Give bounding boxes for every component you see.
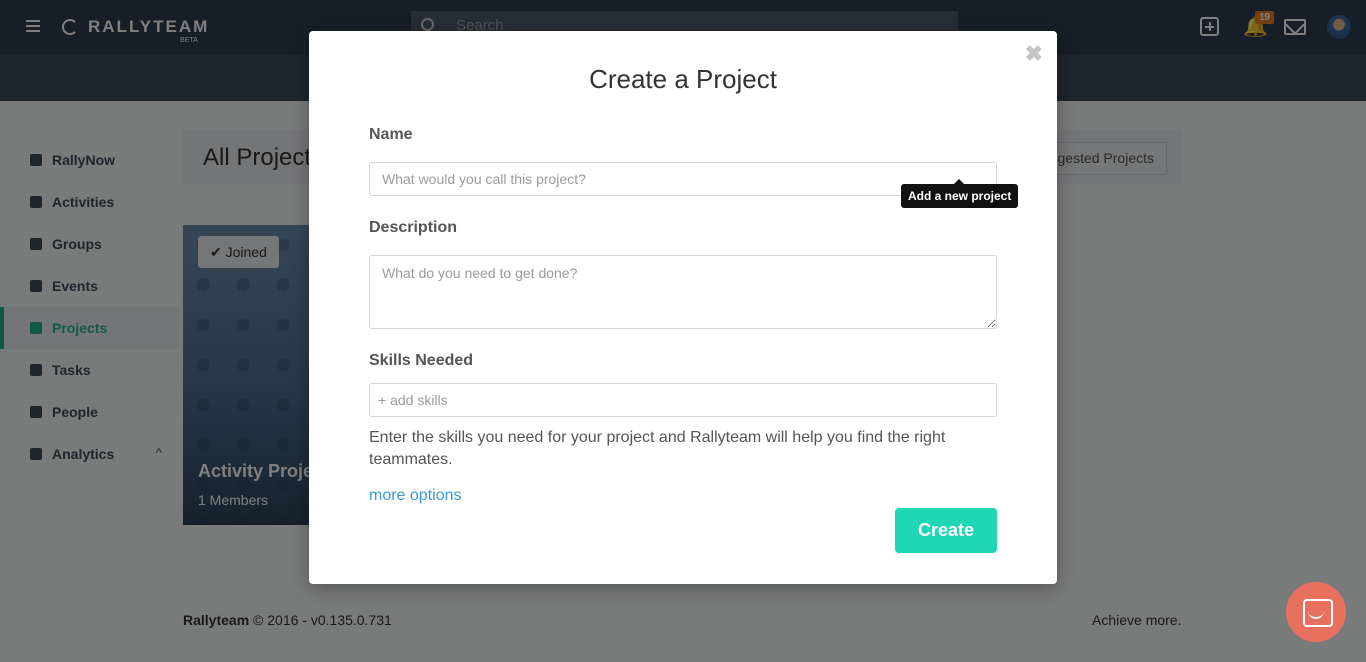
chat-launcher-icon[interactable]	[1286, 582, 1346, 642]
add-project-tooltip: Add a new project	[901, 179, 1019, 208]
skills-help-text: Enter the skills you need for your proje…	[369, 429, 946, 468]
description-label: Description	[369, 219, 458, 236]
skills-label: Skills Needed	[369, 352, 474, 369]
more-options-link[interactable]: more options	[369, 487, 462, 505]
create-project-modal: ✖ Create a Project Name Add a new projec…	[309, 31, 1057, 584]
project-description-textarea[interactable]	[369, 255, 997, 329]
name-label: Name	[369, 126, 413, 143]
modal-title: Create a Project	[589, 64, 777, 94]
create-button[interactable]: Create	[895, 508, 997, 553]
skills-input[interactable]	[369, 383, 997, 417]
